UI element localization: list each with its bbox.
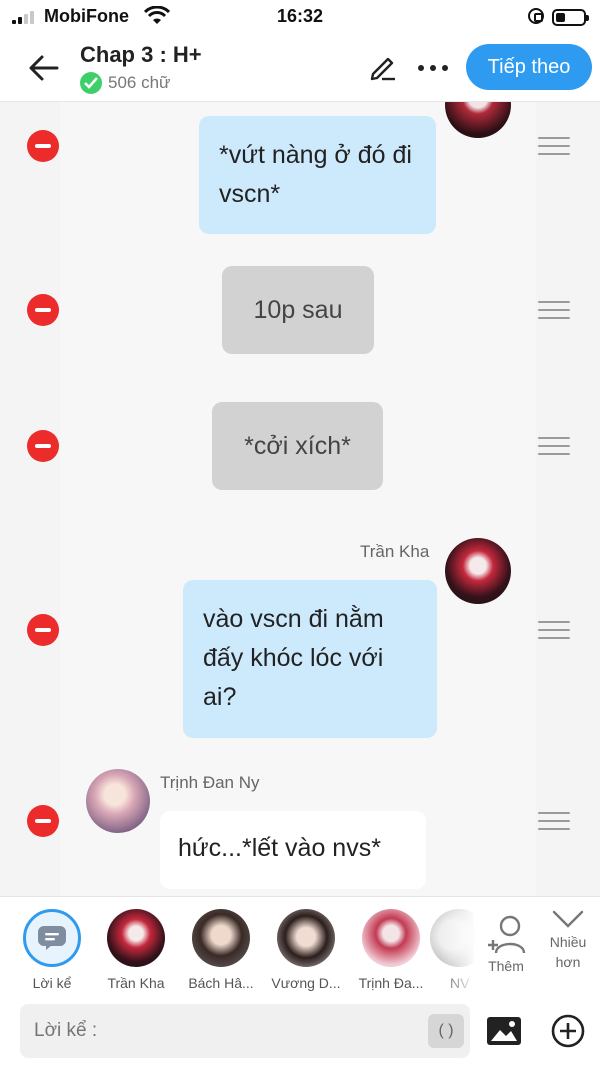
delete-message-button[interactable] (27, 294, 59, 326)
scroll-fade (440, 897, 476, 995)
arrow-left-icon (29, 55, 59, 81)
chat-area[interactable]: *vứt nàng ở đó đi vscn* 10p sau *cởi xíc… (0, 102, 600, 896)
edit-button[interactable] (368, 52, 400, 84)
orientation-lock-icon (528, 8, 544, 24)
battery-icon (552, 9, 589, 26)
collapse-label: Nhiều hơn (549, 934, 587, 970)
more-options-button[interactable] (414, 52, 452, 84)
status-time: 16:32 (276, 6, 324, 26)
add-character-label: Thêm (488, 958, 524, 974)
avatar (277, 909, 335, 967)
pencil-icon (370, 57, 395, 81)
message-bubble[interactable]: vào vscn đi nằm đấy khóc lóc với ai? (183, 580, 437, 738)
image-icon[interactable] (486, 1016, 522, 1046)
delete-message-button[interactable] (27, 130, 59, 162)
drag-handle[interactable] (538, 137, 570, 155)
delete-message-button[interactable] (27, 430, 59, 462)
delete-message-button[interactable] (27, 805, 59, 837)
avatar (86, 769, 150, 833)
status-bar: MobiFone 16:32 (0, 0, 600, 34)
message-input[interactable] (20, 1004, 470, 1058)
character-label: Vương D... (271, 975, 341, 991)
character-narrator[interactable]: Lời kể (12, 909, 92, 991)
word-count: 506 chữ (108, 73, 171, 92)
drag-handle[interactable] (538, 812, 570, 830)
message-bubble[interactable]: 10p sau (222, 266, 374, 354)
delete-message-button[interactable] (27, 614, 59, 646)
character-label: Trần Kha (107, 975, 165, 991)
avatar (362, 909, 420, 967)
chapter-title: Chap 3 : H+ (80, 42, 202, 67)
character-item[interactable]: Trịnh Đa... (351, 909, 431, 991)
plus-circle-icon[interactable] (551, 1014, 585, 1048)
word-count-row: 506 chữ (80, 72, 170, 94)
action-paren-button[interactable]: ( ) (428, 1014, 464, 1048)
composer: ( ) (0, 994, 600, 1068)
more-characters-toggle[interactable]: Nhiều hơn (536, 909, 600, 972)
drag-handle[interactable] (538, 437, 570, 455)
back-button[interactable] (24, 48, 64, 88)
drag-handle[interactable] (538, 301, 570, 319)
add-user-icon (488, 915, 526, 954)
narrator-avatar (23, 909, 81, 967)
sender-name: Trịnh Đan Ny (160, 773, 260, 792)
chevron-down-icon (552, 910, 584, 928)
avatar (445, 538, 511, 604)
character-item[interactable]: Bách Hâ... (181, 909, 261, 991)
character-selector: Lời kể Trần Kha Bách Hâ... Vương D... Tr… (0, 896, 600, 995)
next-button[interactable]: Tiếp theo (466, 44, 592, 90)
chapter-header: Chap 3 : H+ 506 chữ Tiếp theo (0, 34, 600, 102)
avatar (192, 909, 250, 967)
message-bubble[interactable]: *vứt nàng ở đó đi vscn* (199, 116, 436, 234)
character-item[interactable]: Trần Kha (96, 909, 176, 991)
chat-bubble-icon (38, 926, 66, 950)
check-icon (80, 72, 102, 94)
character-label: Lời kể (32, 975, 72, 991)
character-label: Bách Hâ... (188, 975, 254, 991)
character-item[interactable]: Vương D... (266, 909, 346, 991)
sender-name: Trần Kha (360, 542, 430, 561)
message-bubble[interactable]: *cởi xích* (212, 402, 383, 490)
add-character-button[interactable]: Thêm (478, 915, 534, 974)
drag-handle[interactable] (538, 621, 570, 639)
character-label: Trịnh Đa... (358, 975, 424, 991)
avatar (107, 909, 165, 967)
message-bubble[interactable]: hức...*lết vào nvs* (160, 811, 426, 889)
